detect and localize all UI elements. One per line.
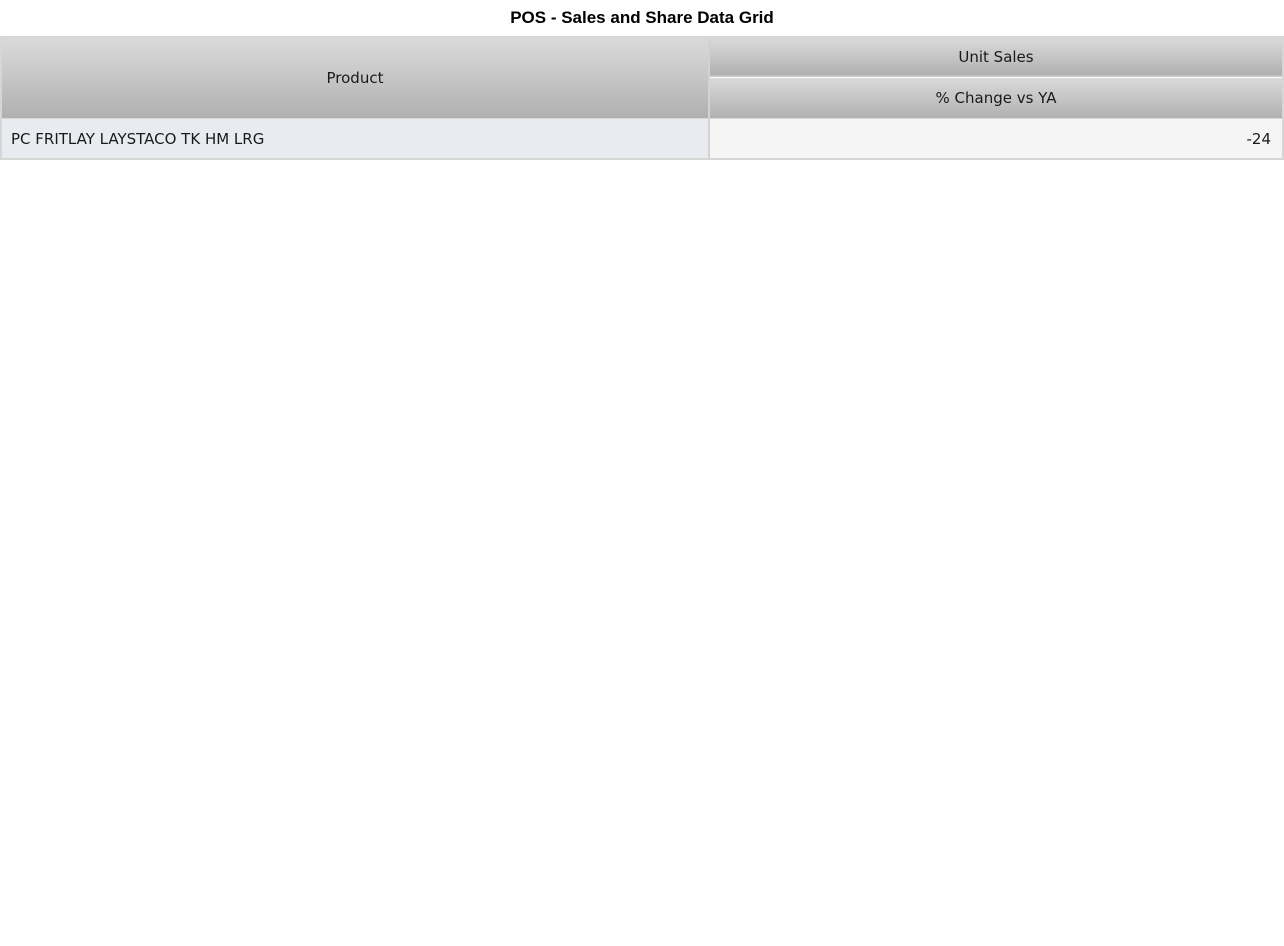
column-header-product[interactable]: Product <box>2 38 710 118</box>
grid-title: POS - Sales and Share Data Grid <box>510 8 774 27</box>
column-header-pct-change-label: % Change vs YA <box>935 89 1057 107</box>
column-header-product-label: Product <box>326 69 384 87</box>
product-name: PC FRITLAY LAYSTACO TK HM LRG <box>11 129 265 148</box>
table-row-value-cell: -24 <box>710 118 1282 158</box>
column-group-header-unit-sales-label: Unit Sales <box>958 47 1034 66</box>
column-header-pct-change-vs-ya[interactable]: % Change vs YA <box>710 78 1282 118</box>
data-grid: Product Unit Sales % Change vs YA PC FRI… <box>0 36 1284 160</box>
pct-change-value: -24 <box>1246 129 1272 148</box>
column-group-header-unit-sales: Unit Sales <box>710 38 1282 77</box>
report-page: POS - Sales and Share Data Grid Product … <box>0 0 1284 946</box>
table-row-product-cell: PC FRITLAY LAYSTACO TK HM LRG <box>2 118 710 158</box>
